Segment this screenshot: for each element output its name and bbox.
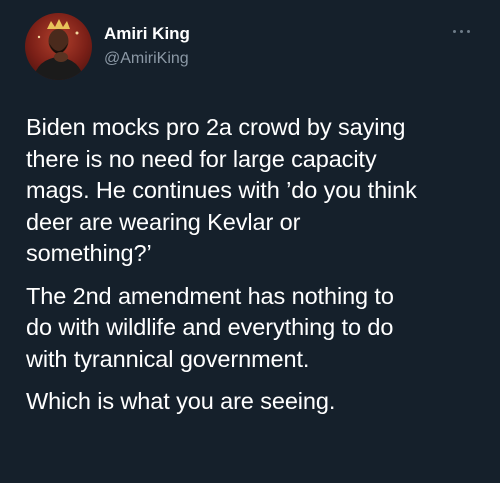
tweet-text: Biden mocks pro 2a crowd by saying there… — [26, 112, 486, 429]
tweet-card: Amiri King @AmiriKing Biden mocks pro 2a… — [0, 0, 500, 483]
tweet-paragraph: The 2nd amendment has nothing to do with… — [26, 282, 394, 372]
dot — [452, 29, 456, 33]
avatar[interactable] — [25, 13, 92, 80]
tweet-paragraph: Biden mocks pro 2a crowd by saying there… — [26, 114, 417, 266]
avatar-image — [33, 19, 84, 80]
author-handle[interactable]: @AmiriKing — [104, 49, 189, 69]
more-horizontal-icon[interactable] — [450, 26, 472, 36]
author-display-name[interactable]: Amiri King — [104, 24, 190, 44]
tweet-paragraph: Which is what you are seeing. — [26, 388, 336, 414]
dot — [459, 29, 463, 33]
dot — [466, 29, 470, 33]
